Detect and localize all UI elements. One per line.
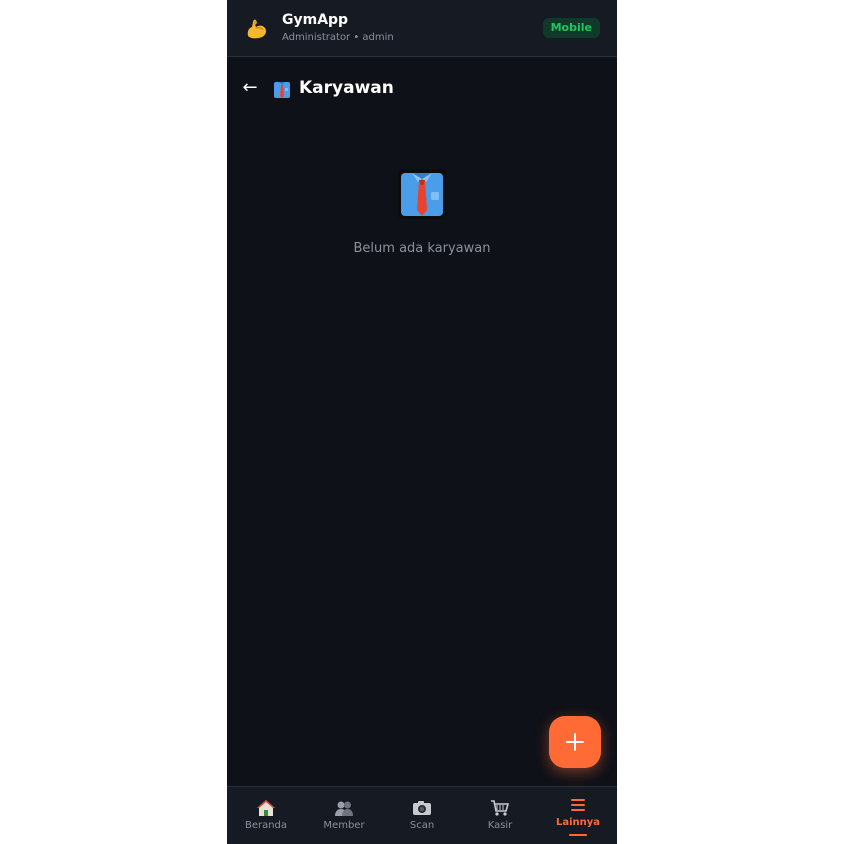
add-employee-button[interactable] <box>549 716 601 768</box>
camera-icon <box>413 801 431 815</box>
nav-label: Member <box>323 820 365 831</box>
nav-item-lainnya[interactable]: Lainnya <box>539 787 617 844</box>
app-title: GymApp <box>282 12 349 28</box>
nav-label: Lainnya <box>555 817 601 828</box>
mode-badge: Mobile <box>542 18 600 38</box>
menu-icon <box>571 799 585 811</box>
nav-item-member[interactable]: Member <box>305 787 383 844</box>
cart-icon <box>491 800 510 816</box>
bottom-nav: Beranda Member Scan Kasir Lainnya <box>227 786 617 844</box>
page-title: Karyawan <box>299 78 394 98</box>
nav-item-scan[interactable]: Scan <box>383 787 461 844</box>
shirt-tie-icon <box>398 169 446 219</box>
people-icon <box>335 801 353 816</box>
app-header: GymApp Administrator • admin Mobile <box>227 0 617 57</box>
nav-label: Beranda <box>244 820 288 831</box>
nav-label: Scan <box>409 820 435 831</box>
nav-label: Kasir <box>487 820 513 831</box>
flexed-biceps-icon <box>247 19 266 39</box>
empty-state-message: Belum ada karyawan <box>353 241 491 256</box>
shirt-tie-icon <box>274 82 290 98</box>
house-icon <box>257 800 275 816</box>
app-screen: GymApp Administrator • admin Mobile ← Ka… <box>227 0 617 844</box>
back-button[interactable]: ← <box>239 76 261 100</box>
active-indicator <box>569 834 587 836</box>
user-role-label: Administrator • admin <box>282 32 394 43</box>
nav-item-kasir[interactable]: Kasir <box>461 787 539 844</box>
nav-item-beranda[interactable]: Beranda <box>227 787 305 844</box>
